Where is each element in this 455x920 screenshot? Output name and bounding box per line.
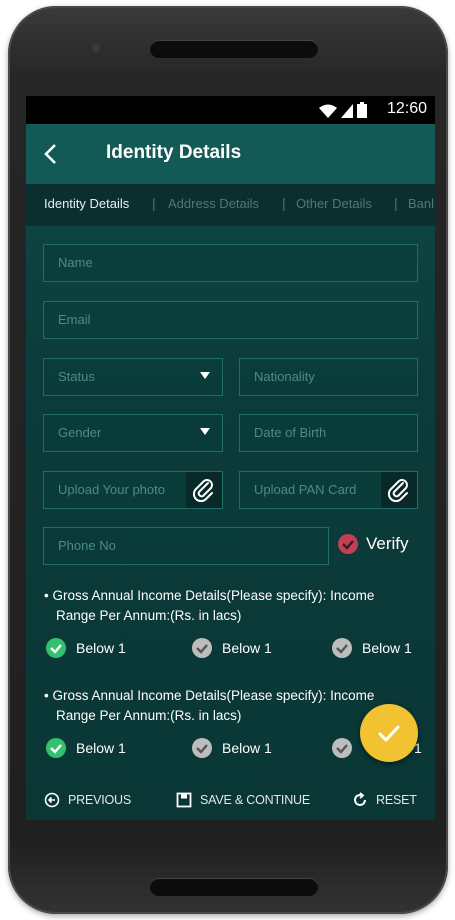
dob-field[interactable]: Date of Birth	[239, 414, 418, 452]
dob-placeholder: Date of Birth	[254, 425, 327, 440]
status-time: 12:60	[386, 100, 427, 117]
app-screen: 12:60 Identity Details Identity Details …	[26, 96, 435, 820]
caret-down-icon	[200, 372, 210, 379]
radio-checked-icon	[46, 638, 66, 658]
radio-option[interactable]: Below 1	[46, 738, 126, 758]
radio-option[interactable]: Below 1	[192, 738, 272, 758]
radio-label: Below 1	[76, 740, 126, 756]
bottom-action-bar: PREVIOUS SAVE & CONTINUE RESET	[26, 780, 435, 822]
paperclip-icon	[192, 479, 213, 503]
phone-placeholder: Phone No	[58, 538, 116, 553]
chevron-left-icon[interactable]	[40, 142, 62, 166]
tab-separator: |	[152, 195, 156, 211]
previous-button[interactable]: PREVIOUS	[44, 792, 131, 808]
verify-check-icon	[338, 534, 358, 554]
tab-identity-details[interactable]: Identity Details	[44, 196, 129, 211]
status-bar: 12:60	[26, 96, 435, 124]
tab-other-details[interactable]: Other Details	[296, 196, 372, 211]
question-line: Range Per Annum:(Rs. in lacs)	[56, 608, 242, 623]
phone-field[interactable]: Phone No	[43, 527, 329, 565]
tab-bar: Identity Details | Address Details | Oth…	[26, 184, 435, 226]
signal-icon	[341, 104, 353, 118]
radio-label: Below 1	[76, 640, 126, 656]
battery-icon	[357, 102, 367, 118]
gender-placeholder: Gender	[58, 425, 102, 440]
attach-photo-button[interactable]	[186, 472, 222, 508]
paperclip-icon	[387, 479, 408, 503]
income-question: • Gross Annual Income Details(Please spe…	[44, 586, 424, 626]
reset-button[interactable]: RESET	[352, 792, 417, 808]
radio-option[interactable]: Below 1	[192, 638, 272, 658]
checkmark-icon	[378, 725, 400, 742]
email-placeholder: Email	[58, 312, 91, 327]
app-bar: Identity Details	[26, 124, 435, 184]
question-line: • Gross Annual Income Details(Please spe…	[44, 588, 375, 603]
radio-checked-icon	[46, 738, 66, 758]
nationality-field[interactable]: Nationality	[239, 358, 418, 396]
reset-label: RESET	[376, 793, 417, 807]
photo-placeholder: Upload Your photo	[58, 482, 165, 497]
nationality-placeholder: Nationality	[254, 369, 315, 384]
tab-address-details[interactable]: Address Details	[168, 196, 259, 211]
question-line: • Gross Annual Income Details(Please spe…	[44, 688, 375, 703]
caret-down-icon	[200, 428, 210, 435]
previous-label: PREVIOUS	[68, 793, 131, 807]
page-title: Identity Details	[106, 142, 242, 163]
tab-separator: |	[394, 195, 398, 211]
save-icon	[176, 792, 192, 808]
radio-unchecked-icon	[192, 638, 212, 658]
radio-label: Below 1	[222, 740, 272, 756]
radio-unchecked-icon	[332, 638, 352, 658]
bottom-speaker	[150, 878, 318, 896]
verify-button[interactable]: Verify	[338, 534, 409, 554]
radio-label: Below 1	[362, 640, 412, 656]
save-continue-button[interactable]: SAVE & CONTINUE	[176, 792, 310, 808]
radio-label: Below 1	[222, 640, 272, 656]
radio-option[interactable]: Below 1	[46, 638, 126, 658]
tab-separator: |	[282, 195, 286, 211]
email-field[interactable]: Email	[43, 301, 418, 339]
upload-pan-field[interactable]: Upload PAN Card	[239, 471, 418, 509]
wifi-icon	[319, 104, 337, 118]
submit-fab-button[interactable]	[360, 704, 418, 762]
verify-label: Verify	[366, 534, 409, 553]
radio-unchecked-icon	[192, 738, 212, 758]
radio-option[interactable]: Below 1	[332, 638, 412, 658]
tab-bank-details[interactable]: Banl	[408, 196, 434, 211]
name-placeholder: Name	[58, 255, 93, 270]
name-field[interactable]: Name	[43, 244, 418, 282]
save-label: SAVE & CONTINUE	[200, 793, 310, 807]
arrow-left-circle-icon	[44, 792, 60, 808]
pan-placeholder: Upload PAN Card	[254, 482, 357, 497]
front-camera	[92, 44, 100, 52]
upload-photo-field[interactable]: Upload Your photo	[43, 471, 223, 509]
gender-select[interactable]: Gender	[43, 414, 223, 452]
status-select[interactable]: Status	[43, 358, 223, 396]
status-placeholder: Status	[58, 369, 95, 384]
radio-unchecked-icon	[332, 738, 352, 758]
refresh-icon	[354, 792, 366, 806]
attach-pan-button[interactable]	[381, 472, 417, 508]
top-speaker	[150, 40, 318, 58]
